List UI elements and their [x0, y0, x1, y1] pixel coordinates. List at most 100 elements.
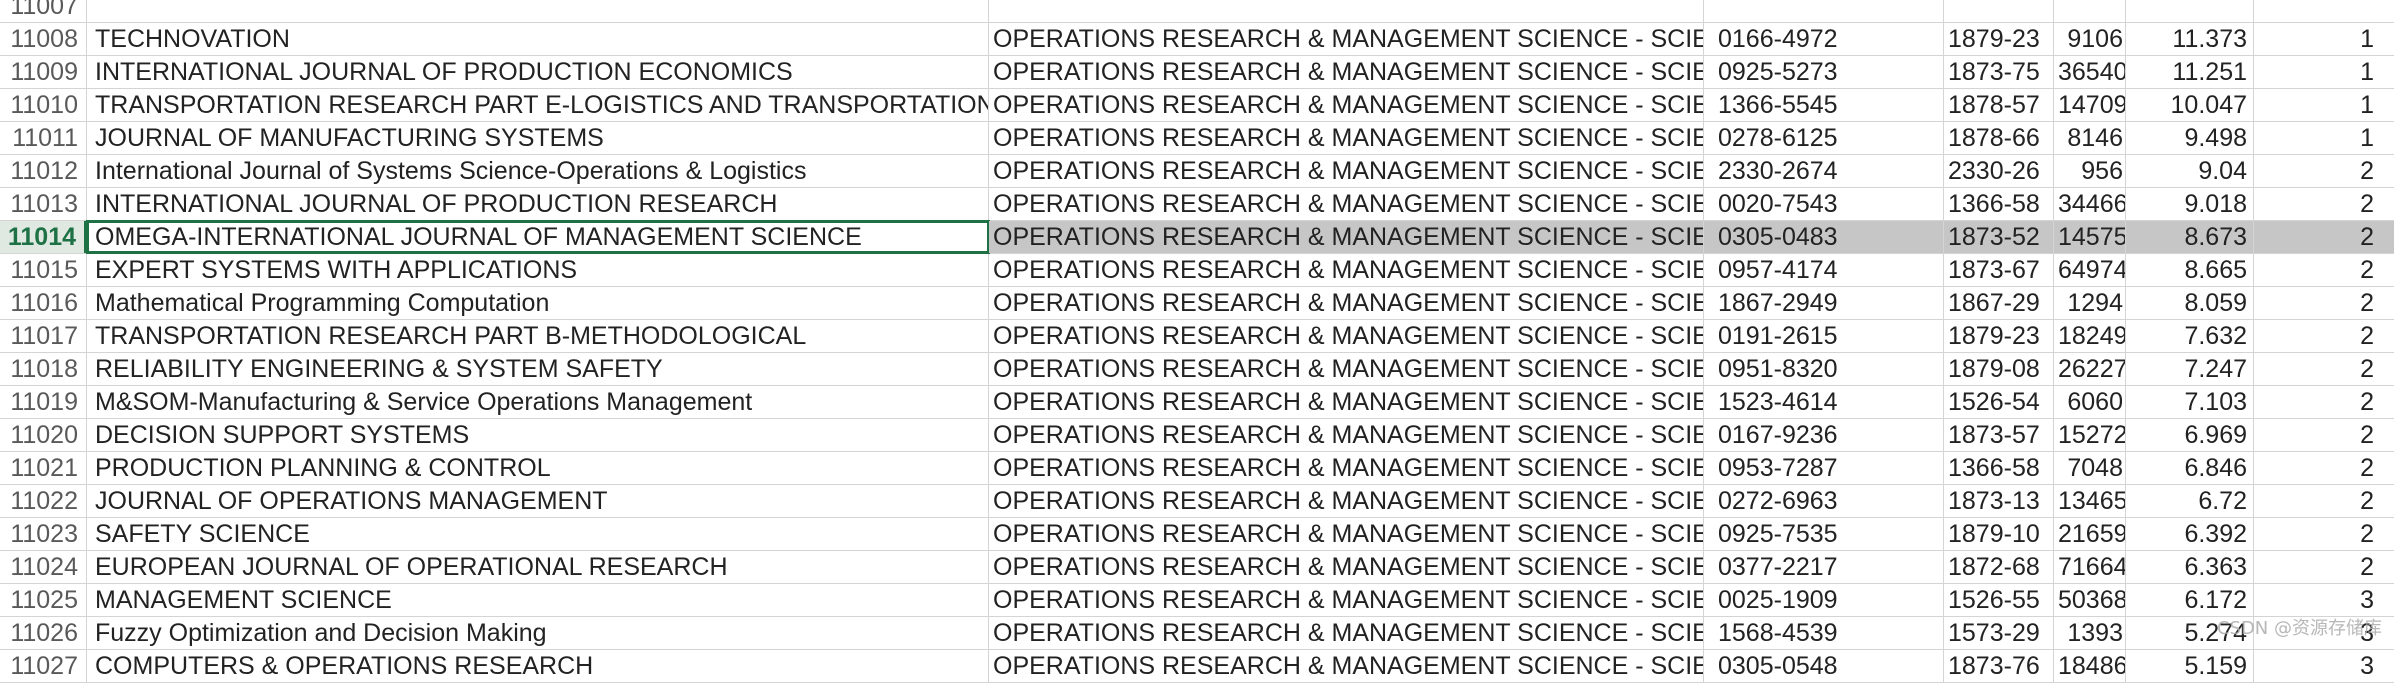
cell-quartile[interactable]: 2 [2254, 419, 2394, 451]
cell-category[interactable]: OPERATIONS RESEARCH & MANAGEMENT SCIENCE… [989, 122, 1704, 154]
cell-eissn[interactable]: 1366-58 [1944, 452, 2054, 484]
cell-impact-factor[interactable]: 8.673 [2126, 221, 2254, 253]
table-row[interactable]: 11019 M&SOM-Manufacturing & Service Opera… [0, 386, 2394, 419]
cell-quartile[interactable]: 2 [2254, 188, 2394, 220]
row-header[interactable]: 11018 [0, 353, 87, 385]
row-header[interactable]: 11007 [0, 0, 87, 22]
cell-issn[interactable]: 0953-7287 [1704, 452, 1944, 484]
table-row[interactable]: 11022 JOURNAL OF OPERATIONS MANAGEMENT OPE… [0, 485, 2394, 518]
cell-quartile[interactable] [2254, 0, 2394, 22]
cell-total-cites[interactable]: 71664 [2054, 551, 2126, 583]
cell-quartile[interactable]: 2 [2254, 551, 2394, 583]
cell-eissn[interactable]: 1873-57 [1944, 419, 2054, 451]
cell-journal-title[interactable]: EUROPEAN JOURNAL OF OPERATIONAL RESEARCH [87, 551, 989, 583]
row-header[interactable]: 11016 [0, 287, 87, 319]
cell-quartile[interactable]: 1 [2254, 122, 2394, 154]
cell-eissn[interactable]: 1867-29 [1944, 287, 2054, 319]
cell-issn[interactable]: 0278-6125 [1704, 122, 1944, 154]
cell-impact-factor[interactable]: 7.632 [2126, 320, 2254, 352]
table-row[interactable]: 11011 JOURNAL OF MANUFACTURING SYSTEMS OPE… [0, 122, 2394, 155]
cell-journal-title[interactable]: INTERNATIONAL JOURNAL OF PRODUCTION ECON… [87, 56, 989, 88]
cell-category[interactable]: OPERATIONS RESEARCH & MANAGEMENT SCIENCE… [989, 650, 1704, 682]
cell-category[interactable]: OPERATIONS RESEARCH & MANAGEMENT SCIENCE… [989, 386, 1704, 418]
cell-quartile[interactable]: 2 [2254, 254, 2394, 286]
row-header[interactable]: 11015 [0, 254, 87, 286]
cell-total-cites[interactable]: 18249 [2054, 320, 2126, 352]
cell-eissn[interactable]: 1873-67 [1944, 254, 2054, 286]
table-row[interactable]: 11021 PRODUCTION PLANNING & CONTROL OPERAT… [0, 452, 2394, 485]
cell-eissn[interactable]: 1366-58 [1944, 188, 2054, 220]
row-header[interactable]: 11013 [0, 188, 87, 220]
table-row[interactable]: 11023 SAFETY SCIENCE OPERATIONS RESEARCH &… [0, 518, 2394, 551]
cell-total-cites[interactable]: 26227 [2054, 353, 2126, 385]
table-row[interactable]: 11009 INTERNATIONAL JOURNAL OF PRODUCTION… [0, 56, 2394, 89]
row-header[interactable]: 11026 [0, 617, 87, 649]
row-header[interactable]: 11011 [0, 122, 87, 154]
cell-quartile[interactable]: 2 [2254, 320, 2394, 352]
row-header[interactable]: 11025 [0, 584, 87, 616]
cell-issn[interactable]: 0025-1909 [1704, 584, 1944, 616]
cell-quartile[interactable]: 1 [2254, 89, 2394, 121]
cell-issn[interactable]: 0167-9236 [1704, 419, 1944, 451]
row-header[interactable]: 11008 [0, 23, 87, 55]
table-row[interactable]: 11024 EUROPEAN JOURNAL OF OPERATIONAL RES… [0, 551, 2394, 584]
cell-journal-title[interactable]: OMEGA-INTERNATIONAL JOURNAL OF MANAGEMEN… [86, 220, 990, 254]
table-row[interactable]: 11016 Mathematical Programming Computatio… [0, 287, 2394, 320]
cell-impact-factor[interactable]: 9.04 [2126, 155, 2254, 187]
cell-total-cites[interactable]: 36540 [2054, 56, 2126, 88]
row-header[interactable]: 11024 [0, 551, 87, 583]
cell-quartile[interactable]: 1 [2254, 56, 2394, 88]
cell-total-cites[interactable]: 21659 [2054, 518, 2126, 550]
table-row[interactable]: 11020 DECISION SUPPORT SYSTEMS OPERATIONS … [0, 419, 2394, 452]
cell-total-cites[interactable]: 1393 [2054, 617, 2126, 649]
cell-journal-title[interactable]: TRANSPORTATION RESEARCH PART B-METHODOLO… [87, 320, 989, 352]
cell-journal-title[interactable]: SAFETY SCIENCE [87, 518, 989, 550]
cell-quartile[interactable]: 2 [2254, 155, 2394, 187]
cell-category[interactable]: OPERATIONS RESEARCH & MANAGEMENT SCIENCE… [989, 287, 1704, 319]
cell-issn[interactable]: 0305-0548 [1704, 650, 1944, 682]
cell-journal-title[interactable]: EXPERT SYSTEMS WITH APPLICATIONS [87, 254, 989, 286]
cell-impact-factor[interactable]: 6.72 [2126, 485, 2254, 517]
row-header[interactable]: 11023 [0, 518, 87, 550]
cell-issn[interactable]: 0272-6963 [1704, 485, 1944, 517]
cell-quartile[interactable]: 2 [2254, 221, 2394, 253]
cell-total-cites[interactable]: 14575 [2054, 221, 2126, 253]
cell-category[interactable]: OPERATIONS RESEARCH & MANAGEMENT SCIENCE… [989, 551, 1704, 583]
cell-journal-title[interactable]: TRANSPORTATION RESEARCH PART E-LOGISTICS… [87, 89, 989, 121]
cell-impact-factor[interactable]: 6.172 [2126, 584, 2254, 616]
cell-eissn[interactable]: 1872-68 [1944, 551, 2054, 583]
table-row-selected[interactable]: 11014 OMEGA-INTERNATIONAL JOURNAL OF MANA… [0, 220, 2394, 254]
cell-eissn[interactable]: 1873-75 [1944, 56, 2054, 88]
spreadsheet-grid[interactable]: 11007 11008 TECHNOVATION OPERATIONS RESEARC… [0, 0, 2394, 683]
cell-journal-title[interactable]: RELIABILITY ENGINEERING & SYSTEM SAFETY [87, 353, 989, 385]
cell-impact-factor[interactable]: 6.846 [2126, 452, 2254, 484]
cell-quartile[interactable]: 2 [2254, 386, 2394, 418]
cell-journal-title[interactable]: JOURNAL OF MANUFACTURING SYSTEMS [87, 122, 989, 154]
cell-category[interactable]: OPERATIONS RESEARCH & MANAGEMENT SCIENCE… [989, 353, 1704, 385]
cell-issn[interactable]: 0957-4174 [1704, 254, 1944, 286]
cell-issn[interactable]: 0925-5273 [1704, 56, 1944, 88]
cell-total-cites[interactable]: 50368 [2054, 584, 2126, 616]
cell-total-cites[interactable]: 8146 [2054, 122, 2126, 154]
cell-category[interactable]: OPERATIONS RESEARCH & MANAGEMENT SCIENCE… [989, 452, 1704, 484]
cell-total-cites[interactable]: 6060 [2054, 386, 2126, 418]
cell-eissn[interactable]: 1879-23 [1944, 320, 2054, 352]
cell-journal-title[interactable]: INTERNATIONAL JOURNAL OF PRODUCTION RESE… [87, 188, 989, 220]
cell-journal-title[interactable]: TECHNOVATION [87, 23, 989, 55]
row-header[interactable]: 11019 [0, 386, 87, 418]
cell-category[interactable]: OPERATIONS RESEARCH & MANAGEMENT SCIENCE… [989, 518, 1704, 550]
cell-total-cites[interactable]: 956 [2054, 155, 2126, 187]
cell-quartile[interactable]: 2 [2254, 485, 2394, 517]
cell-eissn[interactable]: 1879-10 [1944, 518, 2054, 550]
cell-quartile[interactable]: 2 [2254, 287, 2394, 319]
cell-quartile[interactable]: 3 [2254, 584, 2394, 616]
row-header[interactable]: 11012 [0, 155, 87, 187]
row-header[interactable]: 11014 [0, 221, 87, 253]
cell-eissn[interactable]: 1878-57 [1944, 89, 2054, 121]
cell-issn[interactable]: 0166-4972 [1704, 23, 1944, 55]
cell-journal-title[interactable]: JOURNAL OF OPERATIONS MANAGEMENT [87, 485, 989, 517]
cell-category[interactable]: OPERATIONS RESEARCH & MANAGEMENT SCIENCE… [989, 485, 1704, 517]
cell-issn[interactable]: 2330-2674 [1704, 155, 1944, 187]
table-row[interactable]: 11008 TECHNOVATION OPERATIONS RESEARCH & M… [0, 23, 2394, 56]
cell-eissn[interactable]: 1526-55 [1944, 584, 2054, 616]
